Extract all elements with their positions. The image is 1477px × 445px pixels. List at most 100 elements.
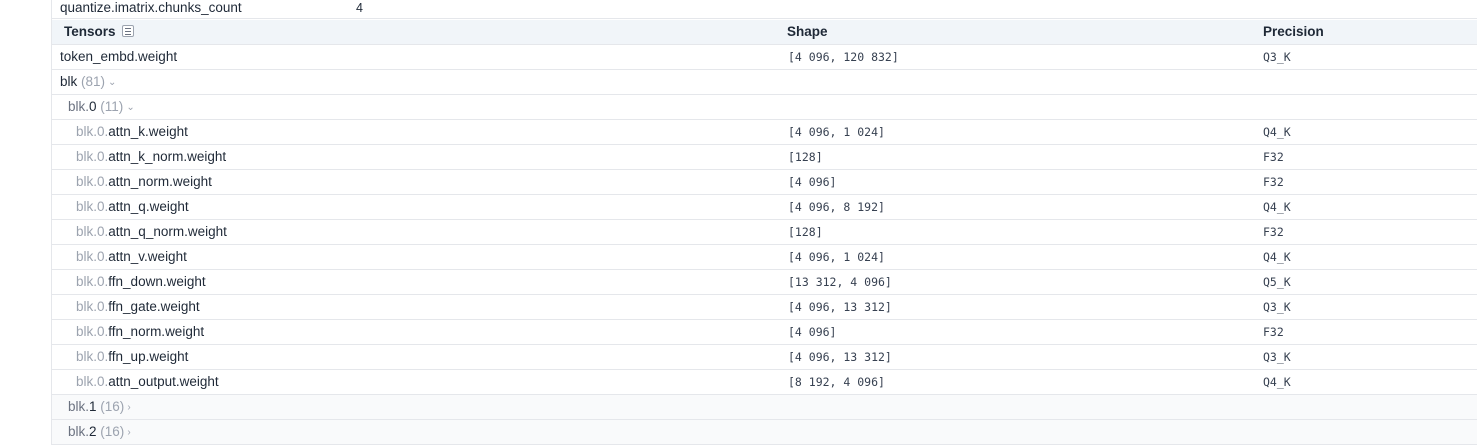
group-count: (11) [100, 99, 124, 114]
metadata-key: quantize.imatrix.chunks_count [60, 0, 242, 15]
tensor-suffix: ffn_down.weight [108, 274, 206, 289]
group-index: 1 [89, 399, 97, 414]
group-row-blk-2[interactable]: blk.2 (16) › [52, 420, 1477, 445]
table-row: blk.0.attn_k.weight [4 096, 1 024] Q4_K [52, 120, 1477, 145]
tensor-suffix: ffn_up.weight [108, 349, 189, 364]
tensor-prefix: blk.0. [76, 274, 109, 289]
tensor-shape: [128] [788, 150, 823, 164]
tensor-name: blk.0.ffn_down.weight [76, 270, 206, 294]
chevron-right-icon: › [127, 402, 131, 413]
tensor-name: blk.0.ffn_up.weight [76, 345, 188, 369]
tensor-prefix: blk.0. [76, 349, 109, 364]
table-row: blk.0.ffn_norm.weight [4 096] F32 [52, 320, 1477, 345]
tensor-precision: Q4_K [1263, 375, 1291, 389]
group-count: (81) [81, 74, 106, 89]
group-toggle-blk-2[interactable]: blk.2 (16) › [68, 420, 131, 445]
group-toggle-blk-0[interactable]: blk.0 (11) ⌄ [68, 95, 135, 121]
chevron-right-icon: › [127, 427, 131, 438]
table-row: blk.0.ffn_gate.weight [4 096, 13 312] Q3… [52, 295, 1477, 320]
tensor-shape: [4 096, 13 312] [788, 350, 892, 364]
group-row-blk-1[interactable]: blk.1 (16) › [52, 395, 1477, 420]
tensor-shape: [4 096, 8 192] [788, 200, 885, 214]
tensor-shape: [8 192, 4 096] [788, 375, 885, 389]
metadata-value: 4 [356, 1, 363, 15]
group-count: (16) [100, 424, 125, 439]
tensor-prefix: blk.0. [76, 224, 109, 239]
group-toggle-blk[interactable]: blk (81) ⌄ [60, 70, 116, 96]
table-row: blk.0.ffn_up.weight [4 096, 13 312] Q3_K [52, 345, 1477, 370]
tensor-name: blk.0.attn_q_norm.weight [76, 220, 227, 244]
tensor-name: blk.0.ffn_norm.weight [76, 320, 204, 344]
group-toggle-blk-1[interactable]: blk.1 (16) › [68, 395, 131, 421]
table-row: blk.0.attn_output.weight [8 192, 4 096] … [52, 370, 1477, 395]
table-row: blk.0.ffn_down.weight [13 312, 4 096] Q5… [52, 270, 1477, 295]
tensor-prefix: blk.0. [76, 124, 109, 139]
tensor-shape: [13 312, 4 096] [788, 275, 892, 289]
tensor-name: token_embd.weight [60, 49, 178, 64]
group-prefix: blk. [68, 399, 90, 414]
group-index: 0 [89, 99, 97, 114]
chevron-down-icon: ⌄ [126, 102, 135, 113]
tensor-name: blk.0.attn_k.weight [76, 120, 188, 144]
tensor-shape: [4 096, 120 832] [788, 50, 899, 64]
tensor-suffix: attn_v.weight [108, 249, 187, 264]
tensor-prefix: blk.0. [76, 174, 109, 189]
tensor-precision: F32 [1263, 175, 1284, 189]
tensor-name: blk.0.attn_q.weight [76, 195, 189, 219]
tensor-table-panel: quantize.imatrix.chunks_count 4 Tensors … [51, 0, 1477, 445]
group-count: (16) [100, 399, 125, 414]
group-label: blk.1 [68, 399, 97, 414]
tensor-suffix: ffn_norm.weight [108, 324, 205, 339]
tensor-precision: Q3_K [1263, 350, 1291, 364]
column-menu-icon[interactable] [121, 25, 134, 37]
table-row: blk.0.attn_q_norm.weight [128] F32 [52, 220, 1477, 245]
tensor-shape: [4 096, 13 312] [788, 300, 892, 314]
tensor-name: blk.0.attn_v.weight [76, 245, 187, 269]
tensor-rows: token_embd.weight [4 096, 120 832] Q3_K … [52, 45, 1477, 445]
tensor-suffix: ffn_gate.weight [108, 299, 200, 314]
group-row-blk-0[interactable]: blk.0 (11) ⌄ [52, 95, 1477, 120]
tensor-precision: F32 [1263, 225, 1284, 239]
precision-column-header: Precision [1263, 24, 1324, 39]
tensor-prefix: blk.0. [76, 374, 109, 389]
tensor-precision: Q4_K [1263, 200, 1291, 214]
shape-column-header: Shape [787, 24, 828, 39]
table-row: blk.0.attn_norm.weight [4 096] F32 [52, 170, 1477, 195]
tensor-precision: F32 [1263, 325, 1284, 339]
tensor-shape: [4 096, 1 024] [788, 250, 885, 264]
tensor-shape: [128] [788, 225, 823, 239]
tensor-shape: [4 096, 1 024] [788, 125, 885, 139]
tensor-name: blk.0.attn_k_norm.weight [76, 145, 226, 169]
tensor-precision: Q3_K [1263, 300, 1291, 314]
tensor-prefix: blk.0. [76, 324, 109, 339]
table-row-token-embd: token_embd.weight [4 096, 120 832] Q3_K [52, 45, 1477, 70]
group-row-blk[interactable]: blk (81) ⌄ [52, 70, 1477, 95]
tensor-prefix: blk.0. [76, 199, 109, 214]
tensor-suffix: attn_output.weight [108, 374, 219, 389]
group-label: blk.0 [68, 99, 97, 114]
gguf-metadata-page: quantize.imatrix.chunks_count 4 Tensors … [0, 0, 1477, 445]
metadata-row: quantize.imatrix.chunks_count 4 [52, 0, 1477, 19]
tensor-precision: Q4_K [1263, 250, 1291, 264]
group-label: blk.2 [68, 424, 97, 439]
tensors-table-header: Tensors Shape Precision [52, 20, 1477, 45]
tensor-name: blk.0.ffn_gate.weight [76, 295, 200, 319]
tensor-prefix: blk.0. [76, 249, 109, 264]
tensor-suffix: attn_k_norm.weight [108, 149, 227, 164]
tensor-precision: F32 [1263, 150, 1284, 164]
tensor-suffix: attn_norm.weight [108, 174, 212, 189]
tensors-column-header[interactable]: Tensors [64, 20, 134, 44]
tensor-name: blk.0.attn_output.weight [76, 370, 219, 394]
group-index: 2 [89, 424, 97, 439]
table-row: blk.0.attn_v.weight [4 096, 1 024] Q4_K [52, 245, 1477, 270]
table-row: blk.0.attn_q.weight [4 096, 8 192] Q4_K [52, 195, 1477, 220]
tensor-prefix: blk.0. [76, 299, 109, 314]
tensor-precision: Q3_K [1263, 50, 1291, 64]
tensor-precision: Q5_K [1263, 275, 1291, 289]
tensors-column-label: Tensors [64, 24, 116, 39]
table-row: blk.0.attn_k_norm.weight [128] F32 [52, 145, 1477, 170]
group-prefix: blk. [68, 424, 90, 439]
tensor-suffix: attn_k.weight [108, 124, 188, 139]
chevron-down-icon: ⌄ [108, 77, 117, 88]
tensor-prefix: blk.0. [76, 149, 109, 164]
